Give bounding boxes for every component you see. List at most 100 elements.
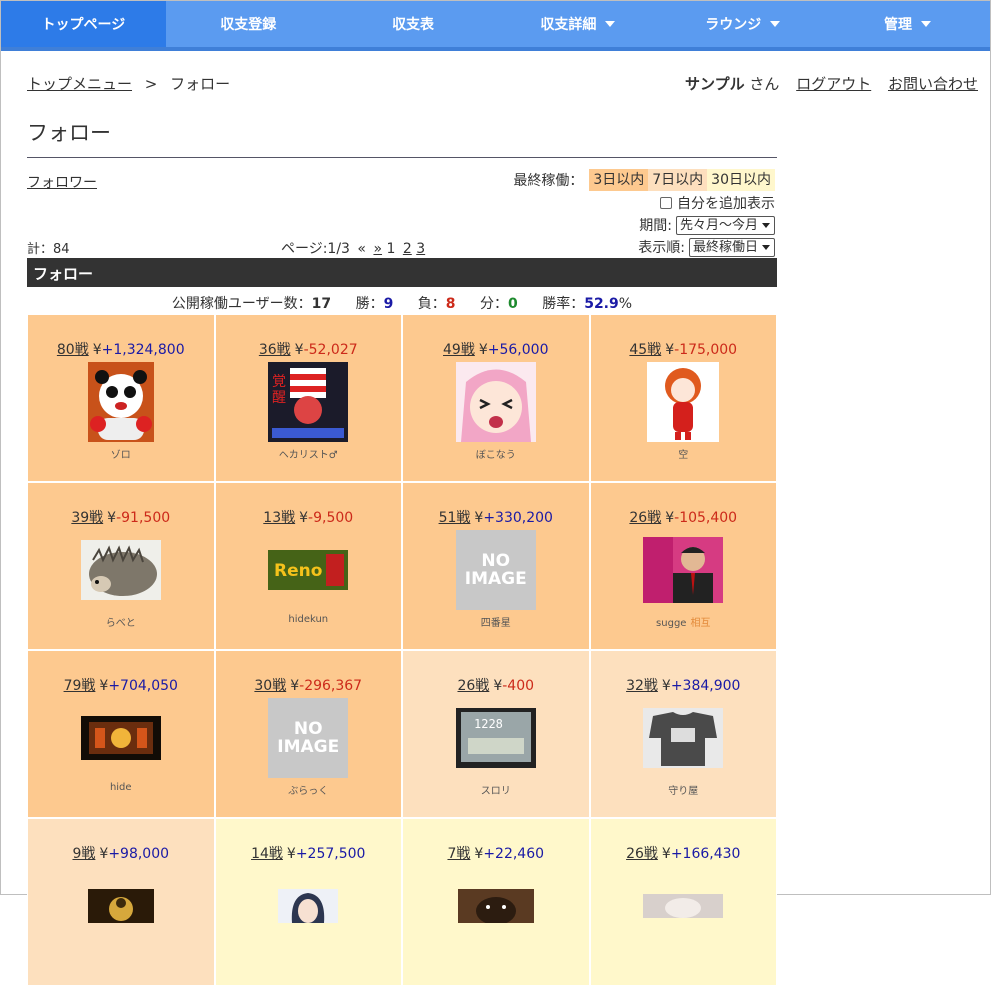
- user-name: sugge: [656, 618, 687, 629]
- svg-text:Reno: Reno: [274, 561, 322, 581]
- user-record: 30戦 ¥-296,367: [216, 675, 402, 695]
- user-card: 36戦 ¥-52,027 覚醒ヘカリスト♂: [214, 314, 402, 482]
- games-link[interactable]: 79戦: [64, 678, 96, 694]
- self-add-checkbox[interactable]: [660, 197, 672, 209]
- user-card: 26戦 ¥-105,400 sugge 相互: [589, 482, 777, 650]
- user-name-row: ヘカリスト♂: [216, 446, 402, 461]
- games-link[interactable]: 49戦: [443, 342, 475, 358]
- avatar[interactable]: [643, 866, 724, 946]
- avatar[interactable]: [81, 362, 161, 442]
- yen-sign: ¥: [665, 510, 675, 526]
- pager-next[interactable]: »: [373, 241, 382, 257]
- filter-30days[interactable]: 30日以内: [707, 169, 775, 191]
- logout-link[interactable]: ログアウト: [796, 75, 871, 93]
- no-image-text: IMAGE: [277, 737, 340, 757]
- avatar[interactable]: NO IMAGE: [268, 698, 349, 778]
- breadcrumb-separator: >: [144, 75, 158, 93]
- user-name: スロリ: [480, 786, 511, 797]
- no-image-text: IMAGE: [464, 569, 527, 589]
- user-card: 30戦 ¥-296,367 NO IMAGE ぶらっく: [214, 650, 402, 818]
- avatar[interactable]: [455, 362, 536, 442]
- user-name-row: ゾロ: [28, 446, 214, 461]
- yen-sign: ¥: [665, 342, 675, 358]
- yen-sign: ¥: [99, 846, 109, 862]
- period-label: 期間:: [639, 218, 672, 234]
- games-link[interactable]: 26戦: [626, 846, 658, 862]
- games-link[interactable]: 32戦: [626, 678, 658, 694]
- pager-prev: «: [357, 241, 366, 257]
- games-link[interactable]: 14戦: [251, 846, 283, 862]
- pager-page-3[interactable]: 3: [416, 241, 425, 257]
- pager-page-2[interactable]: 2: [403, 241, 412, 257]
- avatar[interactable]: [643, 530, 724, 610]
- nav-item-label: トップページ: [41, 17, 126, 33]
- avatar[interactable]: NO IMAGE: [455, 530, 536, 610]
- amount-value: +257,500: [295, 846, 366, 862]
- nav-item-5[interactable]: 管理: [825, 1, 990, 47]
- avatar[interactable]: [643, 698, 724, 778]
- user-record: 9戦 ¥+98,000: [28, 843, 214, 863]
- sort-row: 表示順: 最終稼働日: [638, 237, 775, 257]
- stats-rate-label: 勝率：: [542, 296, 585, 312]
- user-name: らべと: [105, 618, 136, 629]
- filter-3days[interactable]: 3日以内: [589, 169, 649, 191]
- nav-item-0[interactable]: トップページ: [1, 1, 166, 47]
- games-link[interactable]: 9戦: [72, 846, 95, 862]
- sort-select[interactable]: 最終稼働日: [688, 237, 775, 257]
- filter-7days[interactable]: 7日以内: [648, 169, 708, 191]
- nav-item-1[interactable]: 収支登録: [166, 1, 331, 47]
- avatar[interactable]: Reno: [268, 530, 349, 610]
- games-link[interactable]: 7戦: [447, 846, 470, 862]
- top-bar: トップメニュー > フォロー サンプル さん ログアウト お問い合わせ: [27, 73, 978, 93]
- avatar[interactable]: [643, 362, 723, 442]
- nav-item-label: 収支表: [392, 17, 435, 33]
- user-record: 51戦 ¥+330,200: [403, 507, 589, 527]
- games-link[interactable]: 39戦: [71, 510, 103, 526]
- avatar[interactable]: 覚醒: [268, 362, 349, 442]
- self-add-label: 自分を追加表示: [677, 196, 775, 212]
- avatar[interactable]: [268, 866, 348, 946]
- user-name-row: らべと: [28, 614, 214, 629]
- avatar[interactable]: [456, 866, 536, 946]
- games-link[interactable]: 36戦: [259, 342, 291, 358]
- title-divider: [27, 157, 777, 158]
- yen-sign: ¥: [107, 510, 117, 526]
- user-record: 32戦 ¥+384,900: [591, 675, 777, 695]
- stats-win-value: 9: [383, 296, 394, 312]
- user-card: 9戦 ¥+98,000: [27, 818, 215, 986]
- nav-item-4[interactable]: ラウンジ: [660, 1, 825, 47]
- user-record: 7戦 ¥+22,460: [403, 843, 589, 863]
- games-link[interactable]: 80戦: [57, 342, 89, 358]
- games-link[interactable]: 30戦: [254, 678, 286, 694]
- games-link[interactable]: 45戦: [629, 342, 661, 358]
- user-name-row: ぶらっく: [216, 782, 402, 797]
- period-select[interactable]: 先々月～今月: [675, 215, 775, 235]
- user-name-row: スロリ: [403, 782, 589, 797]
- avatar[interactable]: [80, 698, 161, 778]
- follower-link[interactable]: フォロワー: [27, 172, 97, 192]
- amount-value: -296,367: [299, 678, 363, 694]
- avatar[interactable]: [80, 530, 161, 610]
- avatar[interactable]: [81, 866, 161, 946]
- games-link[interactable]: 26戦: [457, 678, 489, 694]
- user-name-row: 空: [591, 446, 777, 461]
- stats-rate-unit: %: [618, 296, 633, 312]
- section-title-bar: フォロー: [27, 258, 777, 287]
- breadcrumb-top-menu-link[interactable]: トップメニュー: [27, 75, 132, 93]
- contact-link[interactable]: お問い合わせ: [888, 75, 978, 93]
- games-link[interactable]: 51戦: [439, 510, 471, 526]
- games-link[interactable]: 13戦: [263, 510, 295, 526]
- nav-item-3[interactable]: 収支詳細: [495, 1, 660, 47]
- nav-item-label: 収支詳細: [540, 17, 597, 33]
- nav-item-2[interactable]: 収支表: [331, 1, 496, 47]
- user-name-row: 四番星: [403, 614, 589, 629]
- user-name: ぼこなう: [475, 450, 516, 461]
- user-name-row: ぼこなう: [403, 446, 589, 461]
- games-link[interactable]: 26戦: [629, 510, 661, 526]
- yen-sign: ¥: [294, 342, 304, 358]
- breadcrumb-current: フォロー: [170, 75, 231, 93]
- yen-sign: ¥: [661, 846, 671, 862]
- avatar[interactable]: 1228: [455, 698, 536, 778]
- user-name: hidekun: [288, 614, 329, 625]
- svg-text:1228: 1228: [474, 717, 503, 731]
